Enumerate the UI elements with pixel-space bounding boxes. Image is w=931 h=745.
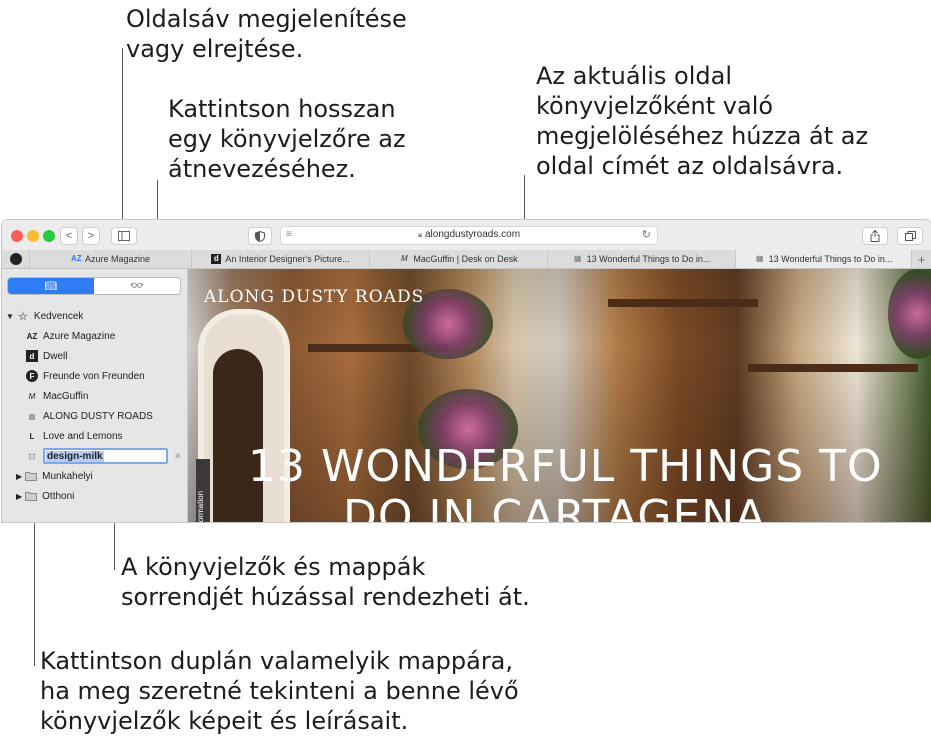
share-button[interactable]	[862, 227, 888, 245]
bookmark-label: Dwell	[43, 350, 68, 362]
tab-label: 13 Wonderful Things to Do in...	[586, 254, 711, 264]
tab-cartagena-2[interactable]: ▦ 13 Wonderful Things to Do in...	[736, 250, 912, 268]
callout-sidebar-toggle: Oldalsáv megjelenítése vagy elrejtése.	[126, 5, 407, 63]
callout-add-bookmark: Az aktuális oldal könyvjelzőként való me…	[536, 62, 869, 180]
bag-icon: ⊡	[28, 451, 36, 461]
dwell-favicon-icon: d	[211, 254, 222, 264]
bookmark-item[interactable]: ▦ ALONG DUSTY ROADS	[26, 406, 153, 426]
tab-bar: AZ Azure Magazine d An Interior Designer's…	[2, 250, 931, 269]
page-favicon-icon: ▦	[755, 254, 764, 263]
bookmark-item[interactable]: L Love and Lemons	[26, 426, 123, 446]
privacy-report-button[interactable]	[248, 227, 272, 245]
macguffin-favicon-icon: M	[28, 391, 36, 401]
disclosure-down-icon: ▼	[6, 311, 14, 321]
lock-icon: 🔒︎	[417, 230, 423, 239]
macguffin-favicon-icon: M	[401, 254, 408, 263]
shield-icon	[255, 230, 265, 242]
folder-item[interactable]: ▶ Munkahelyi	[16, 466, 93, 486]
lemons-favicon-icon: L	[29, 431, 35, 441]
bookmark-label: Azure Magazine	[43, 330, 116, 342]
folder-label: Otthoni	[42, 490, 75, 502]
tab-dwell[interactable]: d An Interior Designer's Picture...	[192, 250, 370, 268]
callout-double-click: Kattintson duplán valamelyik mappára, ha…	[40, 647, 519, 735]
book-icon: 📖︎	[44, 280, 58, 292]
folder-label: Munkahelyi	[42, 470, 93, 482]
article-headline: 13 WONDERFUL THINGS TO DO IN CARTAGENA	[248, 441, 883, 523]
azure-favicon-icon: AZ	[26, 331, 38, 341]
folder-item[interactable]: ▶ Otthoni	[16, 486, 74, 506]
tab-label: 13 Wonderful Things to Do in...	[768, 254, 893, 264]
sidebar-icon	[118, 231, 130, 241]
dwell-favicon-icon: d	[26, 350, 38, 362]
zoom-window-button[interactable]	[43, 230, 55, 242]
rename-value: design-milk	[46, 450, 104, 462]
disclosure-right-icon: ▶	[16, 471, 23, 481]
bookmark-item[interactable]: F Freunde von Freunden	[26, 366, 145, 386]
hero-photo-balcony	[748, 364, 918, 372]
tab-label: MacGuffin | Desk on Desk	[413, 254, 518, 264]
side-tab[interactable]: al information	[196, 459, 210, 522]
fvf-favicon-icon: F	[26, 370, 38, 382]
browser-window: < > ≡ 🔒︎ alongdustyroads.com ↻ AZ Azure M…	[2, 220, 931, 522]
tab-profile[interactable]	[2, 250, 30, 268]
toolbar: < > ≡ 🔒︎ alongdustyroads.com ↻	[2, 220, 931, 251]
minimize-window-button[interactable]	[27, 230, 39, 242]
tab-label: An Interior Designer's Picture...	[225, 254, 350, 264]
reading-list-tab[interactable]: 👓︎	[94, 278, 180, 294]
bookmark-item[interactable]: M MacGuffin	[26, 386, 89, 406]
reload-icon[interactable]: ↻	[642, 228, 651, 241]
clear-icon[interactable]: ✕	[174, 451, 182, 462]
tab-label: Azure Magazine	[84, 254, 151, 264]
bookmarks-tab[interactable]: 📖︎	[8, 278, 94, 294]
site-title[interactable]: ALONG DUSTY ROADS	[204, 287, 424, 307]
tab-macguffin[interactable]: M MacGuffin | Desk on Desk	[370, 250, 548, 268]
tabs-icon	[904, 231, 916, 241]
headline-line-1: 13 WONDERFUL THINGS TO	[248, 441, 883, 492]
leader-line-sidebar	[122, 48, 123, 228]
address-bar[interactable]: ≡ 🔒︎ alongdustyroads.com ↻	[280, 226, 658, 245]
leader-line-folder	[34, 500, 35, 666]
page-favicon-icon: ▦	[573, 254, 582, 263]
url-text: alongdustyroads.com	[424, 229, 521, 240]
bookmark-label: ALONG DUSTY ROADS	[43, 410, 153, 422]
bookmark-item-renaming[interactable]: ⊡ design-milk ✕	[26, 446, 182, 466]
close-window-button[interactable]	[11, 230, 23, 242]
web-content[interactable]: ALONG DUSTY ROADS al information 13 WOND…	[188, 269, 931, 522]
bookmark-item[interactable]: d Dwell	[26, 346, 67, 366]
chevron-right-icon: >	[87, 230, 95, 242]
rename-field[interactable]: design-milk	[43, 448, 168, 464]
sidebar-toggle-button[interactable]	[111, 227, 137, 245]
sidebar: 📖︎ 👓︎ ▼ ☆ Kedvencek AZ Azure Magazine d Dw…	[2, 269, 188, 522]
favorites-folder[interactable]: ▼ ☆ Kedvencek	[6, 306, 83, 326]
bookmark-label: MacGuffin	[43, 390, 89, 402]
star-icon: ☆	[17, 310, 28, 323]
hero-photo-flowers	[888, 269, 931, 359]
chevron-left-icon: <	[65, 230, 73, 242]
back-button[interactable]: <	[60, 227, 78, 245]
grid-favicon-icon: ▦	[28, 411, 36, 421]
callout-reorder: A könyvjelzők és mappák sorrendjét húzás…	[121, 553, 530, 611]
azure-favicon-icon: AZ	[70, 254, 82, 263]
tab-azure[interactable]: AZ Azure Magazine	[30, 250, 192, 268]
bookmark-label: Freunde von Freunden	[43, 370, 145, 382]
folder-icon	[25, 470, 38, 482]
tab-overview-button[interactable]	[897, 227, 923, 245]
share-icon	[870, 230, 880, 242]
disclosure-right-icon: ▶	[16, 491, 23, 501]
profile-icon	[9, 253, 22, 265]
glasses-icon: 👓︎	[130, 280, 144, 292]
callout-rename: Kattintson hosszan egy könyvjelzőre az á…	[168, 95, 406, 183]
forward-button[interactable]: >	[82, 227, 100, 245]
sidebar-segmented-control: 📖︎ 👓︎	[7, 277, 181, 295]
bookmark-item[interactable]: AZ Azure Magazine	[26, 326, 116, 346]
bookmark-label: Love and Lemons	[43, 430, 123, 442]
headline-line-2: DO IN CARTAGENA	[343, 491, 767, 523]
folder-icon	[25, 490, 38, 502]
tab-cartagena-1[interactable]: ▦ 13 Wonderful Things to Do in...	[548, 250, 736, 268]
favorites-label: Kedvencek	[33, 310, 84, 322]
hero-photo-balcony	[608, 299, 758, 307]
new-tab-button[interactable]: +	[912, 250, 931, 268]
